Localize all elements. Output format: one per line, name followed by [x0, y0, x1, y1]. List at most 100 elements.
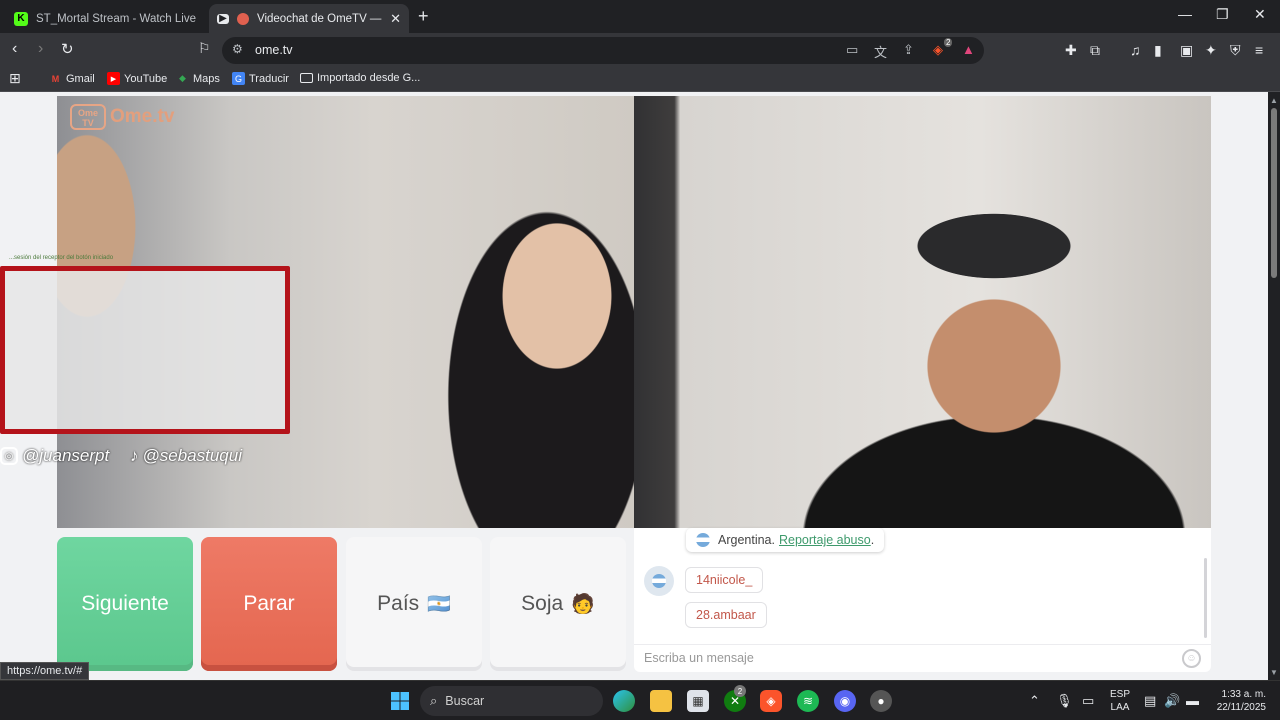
bookmark-youtube[interactable]: ▶ YouTube [107, 72, 167, 85]
tab-title: Videochat de OmeTV — Alter [257, 12, 384, 25]
gender-filter-button[interactable]: Soja 🧑 [490, 537, 626, 671]
kick-icon: K [14, 11, 28, 26]
emoji-icon[interactable]: ☺ [1182, 649, 1201, 668]
scroll-thumb[interactable] [1271, 108, 1277, 278]
bookmark-translate[interactable]: G Traducir [232, 72, 289, 85]
translate-icon[interactable]: 文 [874, 42, 887, 61]
site-settings-icon[interactable]: ⚙ [232, 42, 243, 56]
reload-icon[interactable]: ↻ [61, 40, 74, 58]
maps-icon: ◆ [179, 73, 186, 83]
system-clock[interactable]: 1:33 a. m. 22/11/2025 [1208, 688, 1266, 714]
tray-overflow-icon[interactable]: ⌃ [1029, 693, 1040, 709]
close-tab-icon[interactable]: ✕ [390, 11, 401, 27]
ometv-favicon [237, 12, 249, 25]
bookmark-icon[interactable]: ⚐ [198, 40, 211, 57]
vpn-icon[interactable]: ⛨ [1230, 42, 1241, 59]
page-scrollbar[interactable]: ▲ ▼ [1268, 92, 1280, 680]
tab-strip: K ST_Mortal Stream - Watch Live on Ki ▶ … [0, 0, 1280, 33]
translate-icon: G [232, 72, 245, 85]
keyboard-layout: LAA [1110, 702, 1130, 713]
taskbar-search[interactable]: ⌕ Buscar [420, 686, 603, 716]
status-bar-url: https://ome.tv/# [0, 662, 90, 680]
windows-start-icon[interactable] [389, 690, 411, 712]
tiktok-icon: ♪ [130, 446, 139, 465]
share-icon[interactable]: ⇪ [903, 42, 914, 58]
bookmark-label: YouTube [124, 72, 168, 85]
chat-scrollbar[interactable] [1204, 558, 1207, 638]
stop-button-label: Parar [243, 592, 295, 615]
edge-icon[interactable] [613, 690, 635, 712]
argentina-flag-icon: 🇦🇷 [427, 594, 451, 615]
social-instagram: ◎ @juanserpt [0, 446, 109, 466]
gender-label: Soja [521, 592, 564, 615]
file-explorer-icon[interactable] [650, 690, 672, 712]
tab-ometv[interactable]: ▶ Videochat de OmeTV — Alter ✕ [209, 4, 409, 33]
brave-badge: 2 [944, 38, 953, 47]
display-icon[interactable]: ▭ [1082, 693, 1094, 709]
report-abuse-link[interactable]: Reportaje abuso [779, 533, 871, 547]
chat-panel: Argentina. Reportaje abuso . 14niicole_ … [634, 528, 1211, 672]
clock-date: 22/11/2025 [1216, 702, 1266, 713]
stop-button[interactable]: Parar [201, 537, 337, 671]
country-label: País [377, 592, 420, 615]
leo-ai-icon[interactable]: ✦ [1205, 42, 1217, 59]
volume-icon[interactable]: 🔊 [1164, 693, 1180, 709]
apps-grid-icon[interactable]: ⊞ [9, 70, 21, 87]
spotify-icon[interactable]: ≋ [797, 690, 819, 712]
wallet-icon[interactable]: ▣ [1180, 42, 1193, 59]
tab-kick-stream[interactable]: K ST_Mortal Stream - Watch Live on Ki [6, 4, 206, 33]
menu-icon[interactable]: ≡ [1255, 42, 1263, 58]
youtube-icon: ▶ [107, 72, 120, 85]
bookmark-gmail[interactable]: M Gmail [49, 72, 95, 85]
bookmark-label: Importado desde G... [317, 72, 421, 84]
close-window-icon[interactable]: ✕ [1254, 6, 1266, 23]
address-bar[interactable]: ⚙ ome.tv ▭ 文 ⇪ ◈ 2 ▲ [222, 37, 984, 64]
country-notice: Argentina. Reportaje abuso . [686, 528, 885, 552]
audio-playing-icon[interactable]: ▶ [217, 13, 229, 24]
maximize-icon[interactable]: ❐ [1216, 6, 1229, 23]
bookmark-folder-imported[interactable]: Importado desde G... [300, 72, 420, 84]
chat-input-placeholder: Escriba un mensaje [644, 651, 754, 665]
obs-icon[interactable]: ● [870, 690, 892, 712]
self-video [634, 96, 1211, 528]
back-icon[interactable]: ‹ [12, 40, 17, 58]
gmail-icon: M [51, 73, 60, 84]
chat-input[interactable]: Escriba un mensaje ☺ [634, 644, 1211, 672]
tab-title: ST_Mortal Stream - Watch Live on Ki [36, 12, 198, 25]
url-text[interactable]: ome.tv [255, 43, 293, 57]
brave-rewards-icon[interactable]: ▲ [962, 42, 975, 57]
overlay-caption: ...sesión del receptor del botón iniciad… [9, 255, 114, 261]
argentina-flag-icon [696, 533, 710, 547]
new-tab-button[interactable]: + [418, 6, 429, 27]
language-code: ESP [1110, 689, 1131, 700]
forward-icon[interactable]: › [38, 40, 43, 58]
cast-icon[interactable]: ▭ [846, 42, 858, 58]
store-icon[interactable]: ▦ [687, 690, 709, 712]
bookmark-label: Traducir [249, 72, 289, 85]
scroll-up-icon[interactable]: ▲ [1270, 96, 1278, 105]
input-language[interactable]: ESP LAA [1110, 688, 1130, 714]
battery-icon[interactable]: ▬ [1186, 693, 1199, 708]
person-icon: 🧑 [571, 594, 595, 615]
scroll-down-icon[interactable]: ▼ [1270, 668, 1278, 677]
minimize-icon[interactable]: — [1178, 6, 1192, 22]
ometv-logo-icon: Ome TV [70, 104, 106, 130]
folder-icon [300, 73, 313, 83]
bookmark-label: Gmail [66, 72, 95, 85]
next-button[interactable]: Siguiente [57, 537, 193, 671]
stranger-avatar [644, 566, 674, 596]
brave-icon[interactable]: ◈ [760, 690, 782, 712]
country-filter-button[interactable]: País 🇦🇷 [346, 537, 482, 671]
discord-icon[interactable]: ◉ [834, 690, 856, 712]
bookmark-maps[interactable]: ◆ Maps [176, 72, 220, 85]
brave-shields-icon[interactable]: ◈ [933, 42, 943, 58]
microphone-icon[interactable]: 🎙 [1056, 693, 1073, 709]
tiktok-handle: @sebastuqui [142, 446, 243, 465]
extensions-icon[interactable]: ✚ [1065, 42, 1077, 59]
network-icon[interactable]: ▤ [1144, 693, 1156, 709]
media-icon[interactable]: ♫ [1130, 42, 1141, 58]
sidebar-icon[interactable]: ▮ [1154, 42, 1162, 59]
screenshot-icon[interactable]: ⧉ [1090, 42, 1100, 59]
social-tiktok: ♪ @sebastuqui [130, 446, 242, 466]
next-button-label: Siguiente [81, 592, 169, 615]
